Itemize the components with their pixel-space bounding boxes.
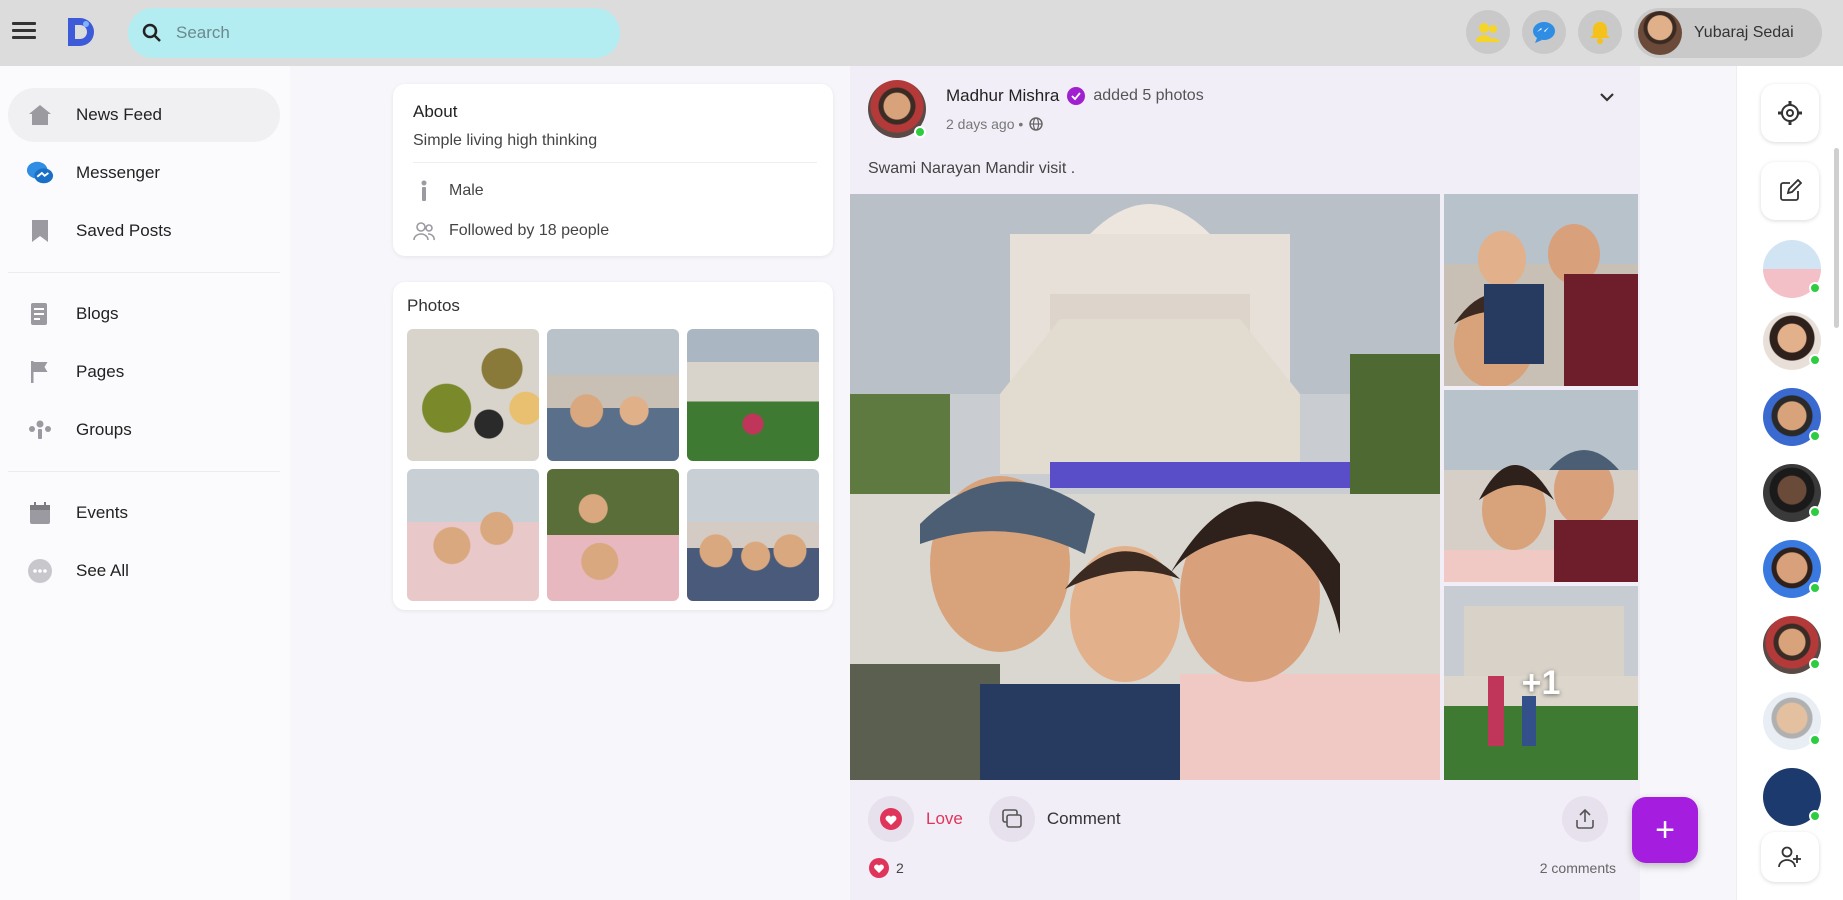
photos-card: Photos xyxy=(393,282,833,610)
about-followers-row: Followed by 18 people xyxy=(413,220,609,242)
nav-pages[interactable]: Pages xyxy=(8,345,280,399)
friends-icon xyxy=(1476,23,1500,42)
post-action-text: added 5 photos xyxy=(1093,87,1204,104)
post-actions: Love Comment xyxy=(868,796,1147,842)
comment-button[interactable]: Comment xyxy=(988,796,1121,842)
search-icon xyxy=(142,23,161,42)
blog-icon xyxy=(31,303,47,325)
create-post-button[interactable]: + xyxy=(1632,797,1698,863)
online-status-dot xyxy=(1809,582,1821,594)
nav-saved-posts[interactable]: Saved Posts xyxy=(8,204,280,258)
comment-icon xyxy=(1002,809,1022,828)
nav-divider xyxy=(8,272,280,273)
about-bio: Simple living high thinking xyxy=(413,132,598,149)
gender-icon xyxy=(421,180,427,201)
nav-messenger[interactable]: Messenger xyxy=(8,146,280,200)
top-bar: Yubaraj Sedai xyxy=(0,0,1843,66)
bell-icon xyxy=(1590,22,1610,44)
post-caption: Swami Narayan Mandir visit . xyxy=(868,160,1076,177)
nav-events[interactable]: Events xyxy=(8,486,280,540)
edit-icon xyxy=(1780,179,1802,201)
heart-icon xyxy=(880,808,902,830)
more-photos-count: +1 xyxy=(1521,663,1561,702)
online-status-dot xyxy=(1809,506,1821,518)
nav-blogs[interactable]: Blogs xyxy=(8,287,280,341)
post-more-photos[interactable]: +1 xyxy=(1444,586,1638,780)
friends-button[interactable] xyxy=(1466,10,1510,54)
app-logo-icon[interactable] xyxy=(64,14,96,50)
messenger-icon xyxy=(26,161,54,184)
calendar-icon xyxy=(30,502,50,524)
share-icon xyxy=(1576,808,1594,829)
online-status-dot xyxy=(1809,354,1821,366)
profile-button[interactable]: Yubaraj Sedai xyxy=(1634,8,1822,58)
photo-thumbnail[interactable] xyxy=(407,469,539,601)
post-side-photo[interactable] xyxy=(1444,390,1638,582)
verified-badge-icon xyxy=(1067,87,1086,105)
user-avatar xyxy=(1638,11,1682,55)
about-divider xyxy=(413,162,817,163)
online-status-dot xyxy=(1809,810,1821,822)
online-status-dot xyxy=(1809,430,1821,442)
love-button[interactable]: Love xyxy=(868,796,963,842)
nav-news-feed[interactable]: News Feed xyxy=(8,88,280,142)
post-photo-collage: +1 xyxy=(850,194,1638,780)
search-input[interactable] xyxy=(176,23,576,43)
about-gender-row: Male xyxy=(413,180,484,202)
online-status-dot xyxy=(1809,658,1821,670)
reaction-summary[interactable]: 2 xyxy=(868,858,904,878)
search-bar[interactable] xyxy=(128,8,620,58)
scrollbar-thumb[interactable] xyxy=(1834,148,1839,328)
photos-grid xyxy=(407,329,819,601)
comments-count[interactable]: 2 comments xyxy=(1540,860,1616,876)
photo-thumbnail[interactable] xyxy=(547,469,679,601)
nav-divider xyxy=(8,471,280,472)
post-timestamp: 2 days ago • xyxy=(946,116,1044,132)
bookmark-icon xyxy=(32,220,48,242)
share-button[interactable] xyxy=(1562,796,1608,842)
photo-thumbnail[interactable] xyxy=(687,329,819,461)
post-main-photo[interactable] xyxy=(850,194,1440,780)
groups-icon xyxy=(29,420,51,439)
online-status-dot xyxy=(1809,282,1821,294)
post-side-photo[interactable] xyxy=(1444,194,1638,386)
heart-reaction-icon xyxy=(869,858,889,878)
post-card: Madhur Mishra added 5 photos 2 days ago … xyxy=(850,66,1640,900)
flag-icon xyxy=(31,361,48,383)
notifications-button[interactable] xyxy=(1578,10,1622,54)
compose-button[interactable] xyxy=(1761,162,1819,220)
add-user-icon xyxy=(1778,846,1801,868)
left-sidebar: News Feed Messenger Saved Posts Blogs Pa… xyxy=(0,66,290,900)
gear-icon xyxy=(1778,101,1802,125)
about-card: About Simple living high thinking Male F… xyxy=(393,84,833,256)
settings-button[interactable] xyxy=(1761,84,1819,142)
chevron-down-icon[interactable] xyxy=(1596,86,1618,108)
photo-thumbnail[interactable] xyxy=(407,329,539,461)
followers-icon xyxy=(413,222,435,241)
add-contact-button[interactable] xyxy=(1761,832,1819,882)
home-icon xyxy=(29,105,51,125)
photo-thumbnail[interactable] xyxy=(687,469,819,601)
online-status-dot xyxy=(914,126,926,138)
nav-see-all[interactable]: See All xyxy=(8,544,280,598)
nav-groups[interactable]: Groups xyxy=(8,403,280,457)
menu-icon[interactable] xyxy=(12,22,36,42)
chat-icon xyxy=(1533,22,1555,43)
photos-title: Photos xyxy=(407,296,460,315)
about-title: About xyxy=(413,102,458,121)
globe-icon xyxy=(1029,117,1044,131)
photo-thumbnail[interactable] xyxy=(547,329,679,461)
right-rail xyxy=(1736,66,1843,900)
online-status-dot xyxy=(1809,734,1821,746)
more-icon xyxy=(28,559,52,583)
post-author-name[interactable]: Madhur Mishra xyxy=(946,86,1059,106)
messages-button[interactable] xyxy=(1522,10,1566,54)
post-header: Madhur Mishra added 5 photos xyxy=(946,86,1204,106)
user-name: Yubaraj Sedai xyxy=(1694,24,1794,41)
